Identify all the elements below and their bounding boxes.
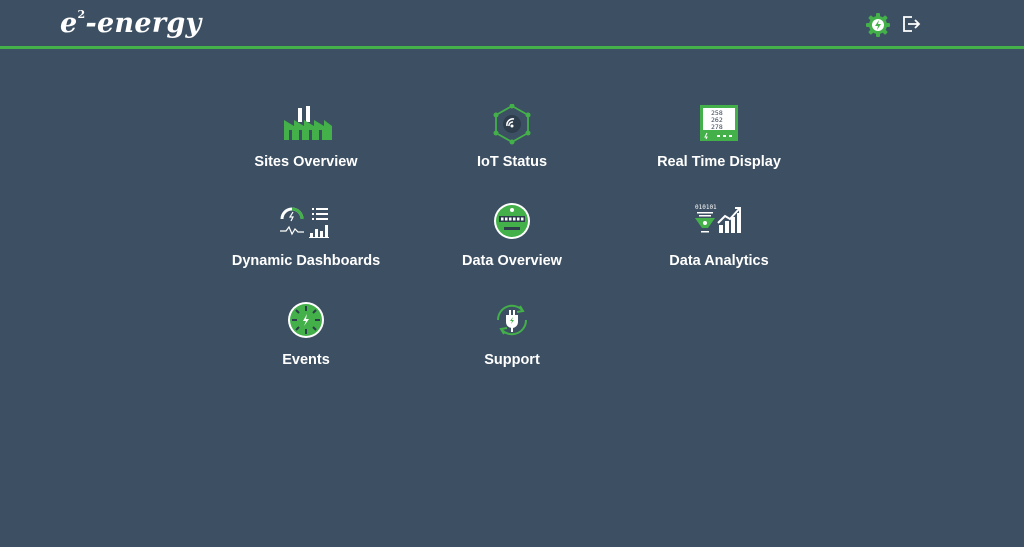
events-clock-icon	[288, 302, 324, 338]
menu-item-sites-overview[interactable]: Sites Overview	[206, 104, 406, 184]
menu-item-label: Data Analytics	[669, 253, 769, 269]
menu-item-label: Data Overview	[462, 253, 562, 269]
energy-meter-icon	[494, 203, 530, 239]
factory-icon	[284, 106, 332, 140]
menu-item-label: IoT Status	[476, 154, 548, 170]
brand-logo[interactable]: e2-energy	[60, 8, 202, 39]
menu-item-label: Dynamic Dashboards	[231, 253, 381, 269]
gear-bolt-icon[interactable]	[865, 12, 891, 38]
menu-item-data-analytics[interactable]: 010101 Data Analytics	[619, 203, 819, 283]
menu-item-dynamic-dashboards[interactable]: Dynamic Dashboards	[206, 203, 406, 283]
menu-item-label: Events	[282, 352, 330, 368]
menu-item-support[interactable]: Support	[412, 302, 612, 382]
menu-item-label: Real Time Display	[657, 154, 781, 170]
menu-item-data-overview[interactable]: Data Overview	[412, 203, 612, 283]
dashboard-widgets-icon	[280, 207, 329, 238]
logout-icon[interactable]	[900, 13, 922, 35]
menu-item-iot-status[interactable]: IoT Status	[412, 104, 612, 184]
top-bar: e2-energy	[0, 0, 1024, 49]
menu-item-real-time-display[interactable]: 258 262 278 Real Time Display	[619, 104, 819, 184]
binary-text: 010101	[695, 204, 717, 211]
menu-item-label: Support	[484, 352, 540, 368]
plug-refresh-icon	[496, 304, 528, 336]
menu-item-label: Sites Overview	[254, 154, 358, 170]
iot-network-icon	[493, 104, 531, 145]
meter-reading-3: 278	[711, 123, 723, 131]
menu-item-events[interactable]: Events	[206, 302, 406, 382]
meter-display-icon: 258 262 278	[700, 105, 738, 141]
analytics-funnel-icon: 010101	[695, 204, 741, 233]
